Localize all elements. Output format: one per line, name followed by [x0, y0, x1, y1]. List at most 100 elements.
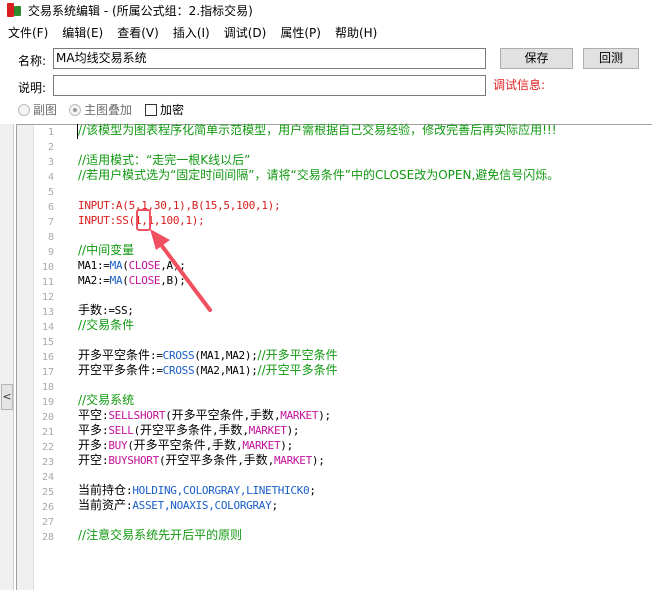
line-number: 21 — [41, 427, 54, 438]
line-number: 2 — [47, 142, 54, 153]
line-number: 11 — [41, 277, 54, 288]
code-token: 当前资产 — [78, 498, 127, 512]
code-line-16: 开多平空条件:=CROSS(MA1,MA2);//开多平空条件 — [78, 348, 652, 363]
line-number: 15 — [41, 337, 54, 348]
menu-properties[interactable]: 属性(P) — [273, 24, 328, 41]
code-token: ; — [309, 484, 316, 497]
code-comment: //开空平多条件 — [257, 363, 338, 377]
line-number: 9 — [47, 247, 54, 258]
line-number: 7 — [47, 217, 54, 228]
code-line-28: //注意交易系统先开后平的原则 — [78, 528, 243, 542]
overlay-radio-label: 主图叠加 — [84, 103, 133, 117]
menu-edit[interactable]: 编辑(E) — [55, 24, 110, 41]
name-field[interactable]: MA均线交易系统 — [53, 48, 486, 69]
code-token: ); — [286, 424, 300, 437]
code-line-4: //若用户模式选为“固定时间间隔”，请将“交易条件”中的CLOSE改为OPEN,… — [78, 168, 560, 182]
code-token: 开多平空条件 — [171, 408, 244, 422]
code-function: BUYSHORT — [108, 454, 159, 467]
menu-file[interactable]: 文件(F) — [0, 24, 55, 41]
code-token: MA1:= — [78, 259, 110, 272]
menu-bar: 文件(F) 编辑(E) 查看(V) 插入(I) 调试(D) 属性(P) 帮助(H… — [0, 22, 652, 42]
code-token: ); — [311, 454, 325, 467]
app-candlestick-icon — [6, 3, 22, 17]
line-number: 27 — [41, 517, 54, 528]
line-number: 13 — [41, 307, 54, 318]
code-function: CROSS — [162, 364, 195, 377]
line-number: 19 — [41, 397, 54, 408]
menu-debug[interactable]: 调试(D) — [217, 24, 274, 41]
save-button[interactable]: 保存 — [500, 48, 573, 69]
code-token: 开空平多条件 — [165, 453, 238, 467]
line-number: 14 — [41, 322, 54, 333]
code-function: ASSET,NOAXIS,COLORGRAY — [132, 499, 272, 512]
line-number: 6 — [47, 202, 54, 213]
code-token: ,B); — [160, 274, 186, 287]
backtest-button[interactable]: 回测 — [583, 48, 639, 69]
code-token: ); — [318, 409, 331, 422]
code-line-9: //中间变量 — [78, 243, 135, 257]
encrypt-checkbox[interactable]: 加密 — [145, 101, 184, 118]
code-token: := — [150, 349, 163, 362]
subchart-radio-label: 副图 — [33, 103, 58, 117]
collapse-arrow-icon[interactable]: < — [1, 384, 13, 410]
line-number: 23 — [41, 457, 54, 468]
code-function: BUY — [108, 439, 128, 452]
encrypt-checkbox-label: 加密 — [160, 103, 185, 117]
code-token: ; — [271, 499, 278, 512]
code-token: 开空平多条件 — [139, 423, 212, 437]
code-token: 平空 — [78, 408, 103, 422]
code-line-20: 平空:SELLSHORT(开多平空条件,手数,MARKET); — [78, 408, 652, 423]
code-function: MA — [109, 274, 123, 287]
code-token: 开多平空条件 — [78, 348, 151, 362]
line-number: 10 — [41, 262, 54, 273]
code-line-25: 当前持仓:HOLDING,COLORGRAY,LINETHICK0; — [78, 483, 652, 498]
line-number: 17 — [41, 367, 54, 378]
code-line-17: 开空平多条件:=CROSS(MA2,MA1);//开空平多条件 — [78, 363, 652, 378]
line-number: 5 — [47, 187, 54, 198]
code-token: 手数 — [218, 423, 243, 437]
code-line-22: 开多:BUY(开多平空条件,手数,MARKET); — [78, 438, 652, 453]
debug-info-label: 调试信息: — [493, 78, 546, 92]
code-comment: //开多平空条件 — [257, 348, 338, 362]
code-token: 开多平空条件 — [133, 438, 206, 452]
overlay-radio[interactable]: 主图叠加 — [69, 101, 132, 118]
code-token: ); — [280, 439, 293, 452]
code-constant: MARKET — [273, 454, 312, 467]
code-token: (MA2,MA1); — [194, 364, 258, 377]
line-number: 28 — [41, 532, 54, 543]
line-number: 4 — [47, 172, 54, 183]
code-function: CROSS — [162, 349, 195, 362]
radio-indicator — [18, 103, 30, 116]
menu-view[interactable]: 查看(V) — [110, 24, 166, 41]
code-token: 手数 — [211, 438, 236, 452]
code-function: SELLSHORT — [108, 409, 166, 422]
sidebar-collapse-strip: < — [0, 124, 14, 590]
description-label: 说明: — [18, 81, 47, 95]
code-line-3: //适用模式：“走完一根K线以后” — [78, 153, 251, 167]
menu-help[interactable]: 帮助(H) — [328, 24, 384, 41]
line-number: 26 — [41, 502, 54, 513]
description-field[interactable] — [53, 75, 486, 96]
code-function: SELL — [108, 424, 134, 437]
annotation-highlight-box — [136, 209, 151, 231]
code-token: := — [150, 364, 163, 377]
code-token: 手数 — [78, 303, 103, 317]
line-number: 25 — [41, 487, 54, 498]
code-token: 开空 — [78, 453, 103, 467]
code-token: 开多 — [78, 438, 103, 452]
window-title: 交易系统编辑 - (所属公式组：2.指标交易) — [28, 3, 253, 18]
code-line-10: MA1:=MA(CLOSE,A); — [78, 258, 652, 273]
menu-insert[interactable]: 插入(I) — [166, 24, 217, 41]
title-bar: 交易系统编辑 - (所属公式组：2.指标交易) — [0, 0, 652, 20]
code-line-11: MA2:=MA(CLOSE,B); — [78, 273, 652, 288]
code-token: MA2:= — [78, 274, 110, 287]
code-line-6: INPUT:A(5,1,30,1),B(15,5,100,1); — [78, 199, 281, 212]
subchart-radio[interactable]: 副图 — [18, 101, 57, 118]
code-function: MA — [109, 259, 123, 272]
line-number: 16 — [41, 352, 54, 363]
line-number: 8 — [47, 232, 54, 243]
